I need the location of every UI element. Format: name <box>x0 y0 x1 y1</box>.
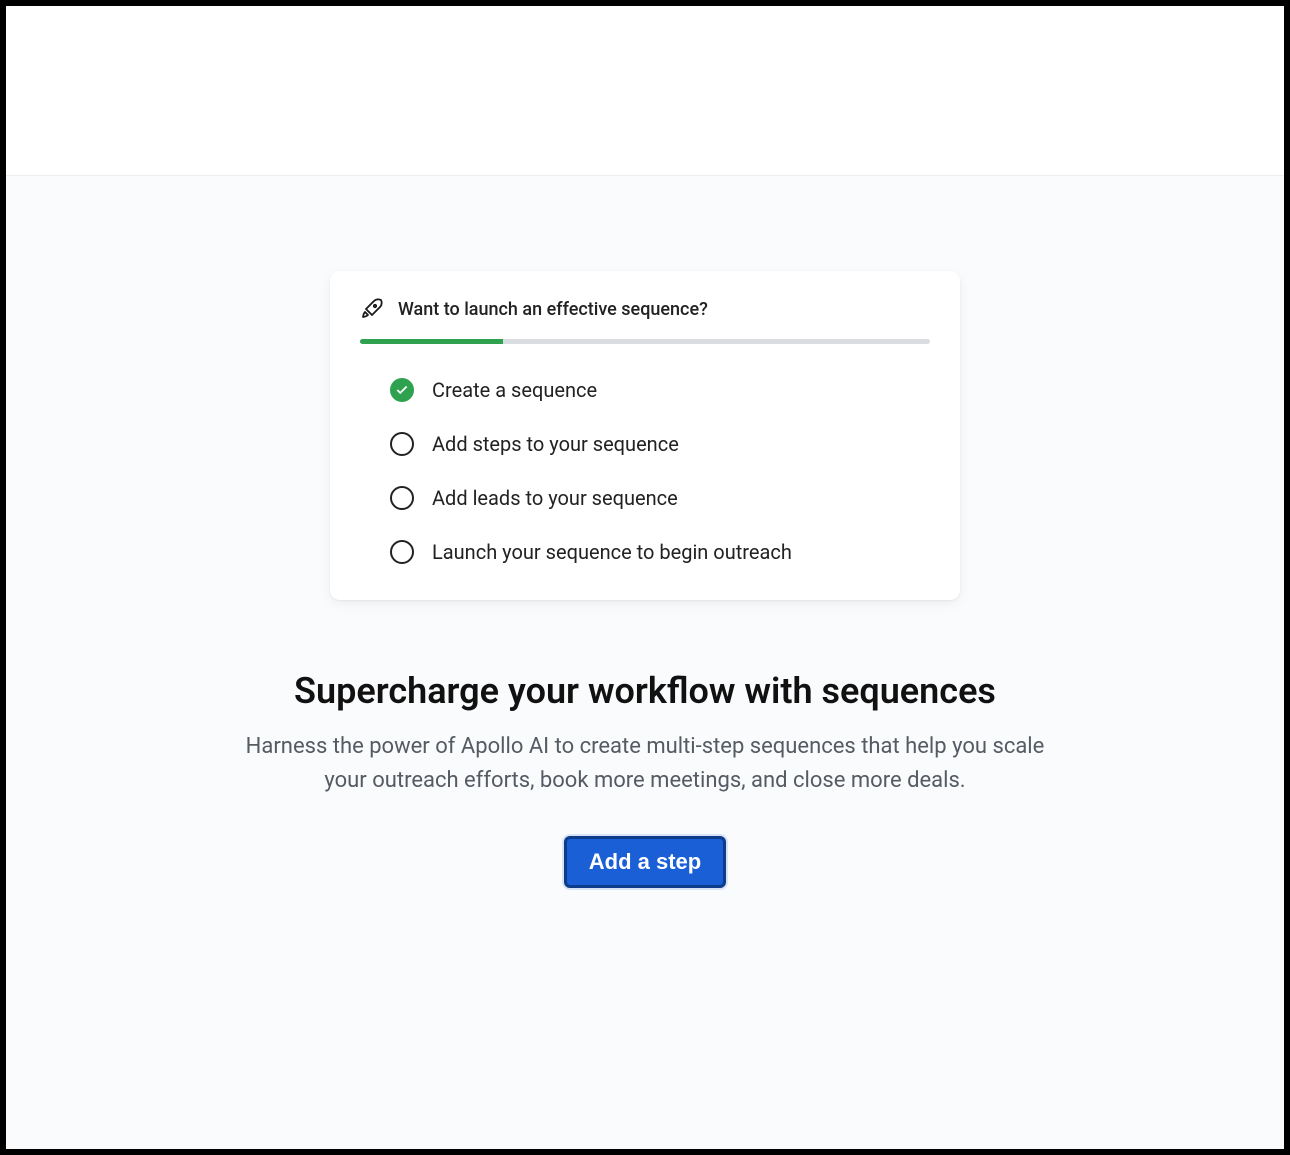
main-content: Want to launch an effective sequence? Cr… <box>6 176 1284 1149</box>
checklist-item-add-steps[interactable]: Add steps to your sequence <box>390 432 930 456</box>
add-step-button[interactable]: Add a step <box>564 836 726 888</box>
progress-bar <box>360 339 930 344</box>
checklist-item-label: Launch your sequence to begin outreach <box>432 540 792 564</box>
hero-section: Supercharge your workflow with sequences… <box>235 670 1055 798</box>
app-frame: Want to launch an effective sequence? Cr… <box>0 0 1290 1155</box>
card-header: Want to launch an effective sequence? <box>360 297 930 321</box>
checklist-item-label: Create a sequence <box>432 378 597 402</box>
unchecked-icon <box>390 540 414 564</box>
progress-fill <box>360 339 503 344</box>
checklist: Create a sequence Add steps to your sequ… <box>360 378 930 564</box>
checklist-item-launch[interactable]: Launch your sequence to begin outreach <box>390 540 930 564</box>
unchecked-icon <box>390 432 414 456</box>
add-step-button-label: Add a step <box>589 849 701 875</box>
unchecked-icon <box>390 486 414 510</box>
checklist-item-label: Add leads to your sequence <box>432 486 678 510</box>
check-icon <box>390 378 414 402</box>
hero-heading: Supercharge your workflow with sequences <box>235 670 1055 712</box>
top-bar <box>6 6 1284 176</box>
card-title: Want to launch an effective sequence? <box>398 299 708 320</box>
checklist-item-create-sequence[interactable]: Create a sequence <box>390 378 930 402</box>
rocket-icon <box>360 297 384 321</box>
checklist-item-add-leads[interactable]: Add leads to your sequence <box>390 486 930 510</box>
onboarding-checklist-card: Want to launch an effective sequence? Cr… <box>330 271 960 600</box>
hero-subtext: Harness the power of Apollo AI to create… <box>235 730 1055 798</box>
checklist-item-label: Add steps to your sequence <box>432 432 679 456</box>
